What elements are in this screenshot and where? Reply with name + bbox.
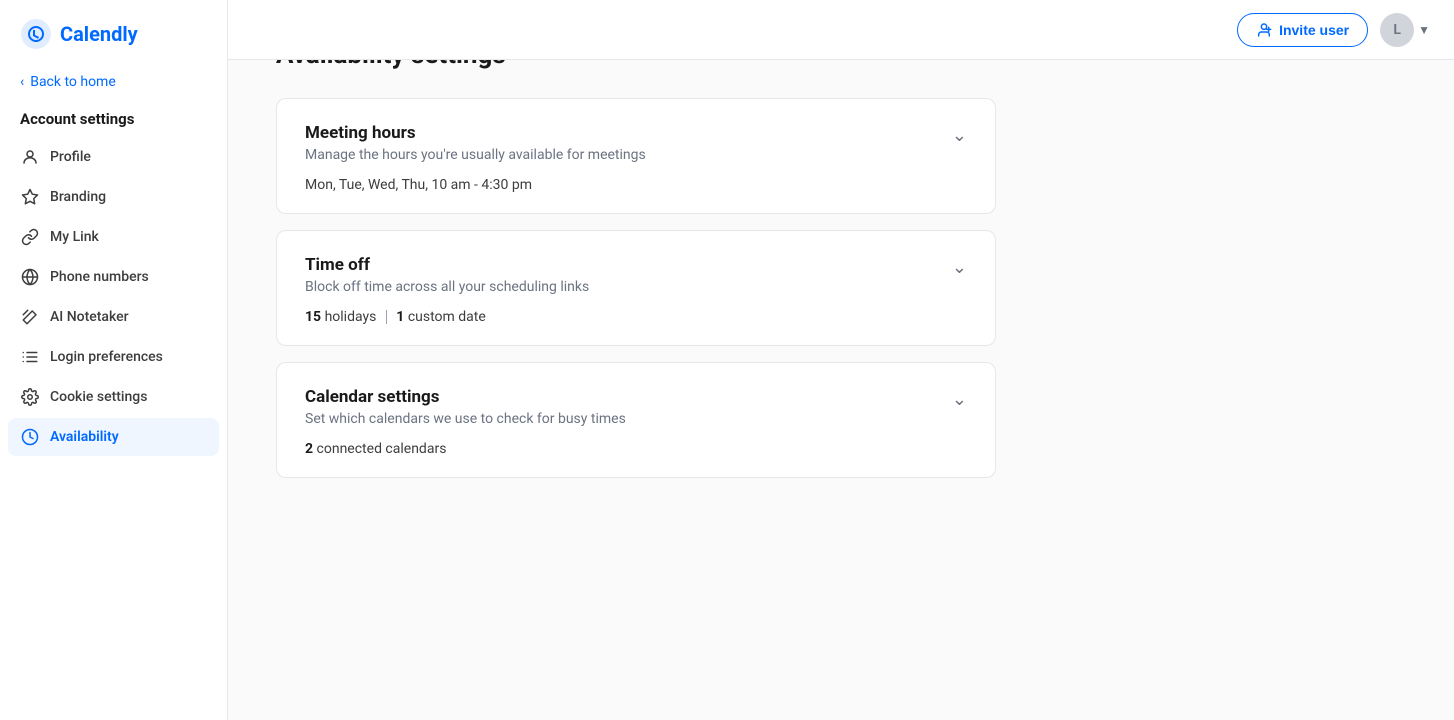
sidebar-item-ai-notetaker-label: AI Notetaker (50, 309, 129, 325)
meeting-hours-detail: Mon, Tue, Wed, Thu, 10 am - 4:30 pm (305, 177, 967, 193)
sidebar-item-profile[interactable]: Profile (8, 138, 219, 176)
sidebar-item-my-link-label: My Link (50, 229, 99, 245)
meeting-hours-text: Meeting hours Manage the hours you're us… (305, 123, 646, 163)
time-off-subtitle: Block off time across all your schedulin… (305, 279, 589, 295)
list-icon (20, 347, 40, 367)
invite-icon (1256, 22, 1272, 38)
sidebar-item-ai-notetaker[interactable]: AI Notetaker (8, 298, 219, 336)
sidebar-item-login-preferences[interactable]: Login preferences (8, 338, 219, 376)
sidebar-item-cookie-settings[interactable]: Cookie settings (8, 378, 219, 416)
star-icon (20, 187, 40, 207)
connected-calendars-label: connected calendars (317, 441, 447, 457)
topbar: Invite user L ▼ (228, 0, 1454, 60)
time-off-chevron-icon[interactable]: ⌄ (952, 257, 967, 278)
time-off-title: Time off (305, 255, 589, 275)
invite-user-label: Invite user (1279, 22, 1349, 38)
meeting-hours-subtitle: Manage the hours you're usually availabl… (305, 147, 646, 163)
person-icon (20, 147, 40, 167)
time-off-card[interactable]: Time off Block off time across all your … (276, 230, 996, 346)
calendly-logo-icon (20, 18, 52, 50)
wand-icon (20, 307, 40, 327)
calendar-settings-header: Calendar settings Set which calendars we… (305, 387, 967, 427)
link-icon (20, 227, 40, 247)
user-dropdown-arrow-icon: ▼ (1418, 23, 1430, 37)
sidebar-item-profile-label: Profile (50, 149, 91, 165)
detail-separator (386, 310, 387, 324)
main-content: Availability settings Meeting hours Mana… (228, 0, 1454, 720)
meeting-hours-card[interactable]: Meeting hours Manage the hours you're us… (276, 98, 996, 214)
time-off-text: Time off Block off time across all your … (305, 255, 589, 295)
logo-text: Calendly (60, 22, 138, 46)
meeting-hours-chevron-icon[interactable]: ⌄ (952, 125, 967, 146)
calendar-settings-text: Calendar settings Set which calendars we… (305, 387, 626, 427)
custom-date-count: 1 (396, 309, 404, 325)
back-to-home-link[interactable]: ‹ Back to home (0, 66, 227, 102)
holidays-label: holidays (325, 309, 377, 325)
calendar-settings-detail: 2 connected calendars (305, 441, 967, 457)
calendar-settings-chevron-icon[interactable]: ⌄ (952, 389, 967, 410)
connected-calendars-count: 2 (305, 441, 313, 457)
sidebar-item-cookie-settings-label: Cookie settings (50, 389, 147, 405)
gear-icon (20, 387, 40, 407)
user-avatar[interactable]: L (1380, 13, 1414, 47)
calendar-settings-subtitle: Set which calendars we use to check for … (305, 411, 626, 427)
sidebar-nav: Profile Branding My Link Phone numbers A (0, 138, 227, 456)
calendar-settings-card[interactable]: Calendar settings Set which calendars we… (276, 362, 996, 478)
user-menu[interactable]: L ▼ (1380, 13, 1430, 47)
sidebar-item-availability-label: Availability (50, 429, 119, 445)
holidays-count: 15 (305, 309, 321, 325)
custom-date-label: custom date (408, 309, 486, 325)
sidebar: Calendly ‹ Back to home Account settings… (0, 0, 228, 720)
sidebar-item-login-preferences-label: Login preferences (50, 349, 163, 365)
meeting-hours-title: Meeting hours (305, 123, 646, 143)
account-settings-title: Account settings (0, 102, 227, 138)
back-label: Back to home (30, 74, 116, 90)
globe-icon (20, 267, 40, 287)
user-initial: L (1393, 22, 1401, 38)
time-off-header: Time off Block off time across all your … (305, 255, 967, 295)
sidebar-item-availability[interactable]: Availability (8, 418, 219, 456)
sidebar-item-phone-numbers[interactable]: Phone numbers (8, 258, 219, 296)
logo-area: Calendly (0, 0, 227, 66)
time-off-detail: 15 holidays 1 custom date (305, 309, 967, 325)
sidebar-item-branding[interactable]: Branding (8, 178, 219, 216)
sidebar-item-my-link[interactable]: My Link (8, 218, 219, 256)
calendar-settings-title: Calendar settings (305, 387, 626, 407)
meeting-hours-header: Meeting hours Manage the hours you're us… (305, 123, 967, 163)
invite-user-button[interactable]: Invite user (1237, 13, 1368, 47)
back-chevron-icon: ‹ (20, 74, 24, 90)
clock-icon (20, 427, 40, 447)
sidebar-item-branding-label: Branding (50, 189, 106, 205)
sidebar-item-phone-numbers-label: Phone numbers (50, 269, 149, 285)
